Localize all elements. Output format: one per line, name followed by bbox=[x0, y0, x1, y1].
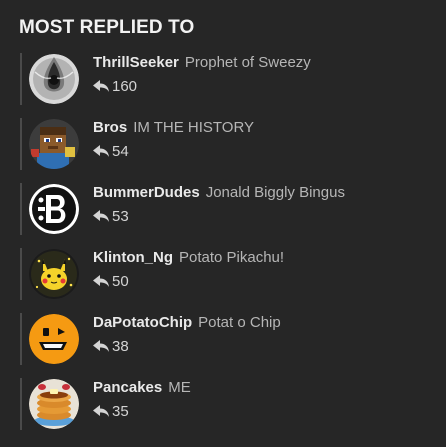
username[interactable]: Klinton_Ng bbox=[93, 249, 173, 266]
reply-count: 50 bbox=[112, 273, 129, 290]
reply-count: 54 bbox=[112, 143, 129, 160]
black-hole-avatar-icon bbox=[29, 54, 79, 104]
reply-icon bbox=[93, 340, 109, 352]
b-letter-avatar-icon bbox=[29, 184, 79, 234]
pancakes-avatar-icon bbox=[29, 379, 79, 429]
divider bbox=[20, 53, 22, 105]
divider bbox=[20, 183, 22, 235]
username[interactable]: BummerDudes bbox=[93, 184, 200, 201]
reply-icon bbox=[93, 275, 109, 287]
user-title: IM THE HISTORY bbox=[133, 119, 255, 136]
avatar[interactable] bbox=[29, 314, 79, 364]
user-title: Potato Pikachu! bbox=[179, 249, 285, 266]
avatar[interactable] bbox=[29, 119, 79, 169]
user-title: Potat o Chip bbox=[198, 314, 281, 331]
reply-icon bbox=[93, 80, 109, 92]
list-item: Pancakes ME 35 bbox=[20, 378, 440, 430]
username[interactable]: Bros bbox=[93, 119, 127, 136]
avatar[interactable] bbox=[29, 184, 79, 234]
list-item: BummerDudes Jonald Biggly Bingus 53 bbox=[20, 183, 440, 235]
pikachu-avatar-icon bbox=[29, 249, 79, 299]
most-replied-widget: MOST REPLIED TO ThrillSeeker Prophet of S… bbox=[0, 0, 446, 447]
list-item: Bros IM THE HISTORY 54 bbox=[20, 118, 440, 170]
reply-count: 35 bbox=[112, 403, 129, 420]
reply-count: 53 bbox=[112, 208, 129, 225]
username[interactable]: Pancakes bbox=[93, 379, 162, 396]
avatar[interactable] bbox=[29, 379, 79, 429]
username[interactable]: ThrillSeeker bbox=[93, 54, 179, 71]
reply-count: 38 bbox=[112, 338, 129, 355]
reply-icon bbox=[93, 145, 109, 157]
reply-icon bbox=[93, 405, 109, 417]
avatar[interactable] bbox=[29, 249, 79, 299]
list-item: Klinton_Ng Potato Pikachu! 50 bbox=[20, 248, 440, 300]
list-item: DaPotatoChip Potat o Chip 38 bbox=[20, 313, 440, 365]
orange-face-avatar-icon bbox=[29, 314, 79, 364]
divider bbox=[20, 313, 22, 365]
user-title: Prophet of Sweezy bbox=[184, 54, 311, 71]
list-item: ThrillSeeker Prophet of Sweezy 160 bbox=[20, 53, 440, 105]
reply-count: 160 bbox=[112, 78, 138, 95]
avatar[interactable] bbox=[29, 54, 79, 104]
replied-list: ThrillSeeker Prophet of Sweezy 160 Bros … bbox=[0, 0, 446, 447]
divider bbox=[20, 378, 22, 430]
user-title: ME bbox=[168, 379, 191, 396]
blocky-character-avatar-icon bbox=[29, 119, 79, 169]
divider bbox=[20, 248, 22, 300]
reply-icon bbox=[93, 210, 109, 222]
divider bbox=[20, 118, 22, 170]
user-title: Jonald Biggly Bingus bbox=[205, 184, 345, 201]
username[interactable]: DaPotatoChip bbox=[93, 314, 192, 331]
